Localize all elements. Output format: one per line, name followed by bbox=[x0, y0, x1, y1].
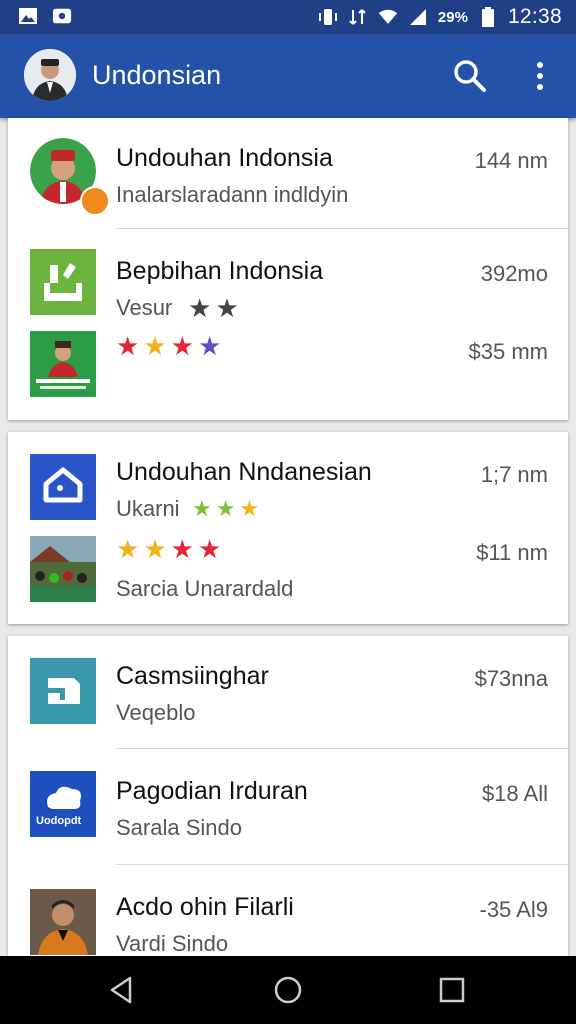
app-title: Undonsian bbox=[92, 60, 222, 90]
star-icon: ★ bbox=[116, 331, 140, 361]
green-app-icon bbox=[30, 249, 96, 315]
navigation-bar bbox=[0, 956, 576, 1024]
item-title: Bepbihan Indonsia bbox=[116, 257, 324, 285]
star-icon: ★ bbox=[188, 293, 212, 323]
item-subtitle: Inalarslaradann indldyin bbox=[116, 182, 349, 207]
card-1: Undouhan Indonsia Inalarslaradann indldy… bbox=[8, 118, 568, 420]
portrait-photo-thumbnail bbox=[30, 889, 96, 955]
avatar[interactable] bbox=[24, 49, 76, 101]
home-icon[interactable] bbox=[272, 974, 304, 1006]
item-subtitle-secondary: Sarcia Unarardald bbox=[116, 576, 294, 601]
blue-cloud-app-icon: Uodopdt bbox=[30, 771, 96, 837]
item-meta-secondary: $35 mm bbox=[468, 339, 548, 364]
item-meta: 144 nm bbox=[474, 148, 548, 173]
item-subtitle: Sarala Sindo bbox=[116, 815, 242, 840]
star-icon: ★ bbox=[116, 534, 140, 564]
item-meta: -35 Al9 bbox=[479, 897, 549, 922]
card-2: Undouhan Nndanesian Ukarni ★ ★ ★ 1;7 nm … bbox=[8, 432, 568, 624]
star-icon: ★ bbox=[143, 534, 167, 564]
item-title: Pagodian Irduran bbox=[116, 777, 308, 805]
item-meta: $18 All bbox=[481, 781, 548, 806]
item-title: Undouhan Nndanesian bbox=[116, 458, 372, 486]
item-meta: $73nna bbox=[474, 666, 548, 691]
card-3: Casmsiinghar Veqeblo $73nna Uodopdt Pago… bbox=[8, 636, 568, 966]
status-badge bbox=[80, 186, 110, 216]
poster-thumbnail bbox=[30, 331, 96, 397]
status-bar: 29% 12:38 bbox=[0, 0, 576, 34]
star-icon: ★ bbox=[197, 331, 222, 361]
recents-icon[interactable] bbox=[436, 974, 468, 1006]
item-subtitle: Ukarni bbox=[116, 496, 180, 521]
rating-stars: ★ ★ ★ ★ bbox=[116, 536, 221, 562]
item-title: Casmsiinghar bbox=[116, 662, 269, 690]
battery-icon bbox=[478, 7, 498, 27]
item-title: Acdo ohin Filarli bbox=[116, 893, 294, 921]
list-item[interactable]: Bepbihan Indonsia Vesur ★ ★ 392mo ★ ★ ★ … bbox=[8, 229, 568, 419]
image-icon bbox=[18, 6, 38, 26]
rating-stars: ★ ★ bbox=[188, 295, 239, 321]
star-icon: ★ bbox=[143, 331, 167, 361]
wifi-icon bbox=[378, 7, 398, 27]
item-meta: 392mo bbox=[480, 261, 548, 286]
star-icon: ★ bbox=[215, 496, 236, 521]
search-icon[interactable] bbox=[452, 58, 488, 94]
app-bar: Undonsian bbox=[0, 34, 576, 118]
item-title: Undouhan Indonsia bbox=[116, 144, 333, 172]
star-icon: ★ bbox=[197, 534, 222, 564]
list-item[interactable]: Uodopdt Pagodian Irduran Sarala Sindo $1… bbox=[8, 749, 568, 864]
item-subtitle: Vesur bbox=[116, 295, 173, 320]
signal-icon bbox=[408, 7, 428, 27]
star-icon: ★ bbox=[170, 534, 194, 564]
clock: 12:38 bbox=[507, 5, 562, 28]
star-icon: ★ bbox=[215, 293, 239, 323]
vibrate-icon bbox=[318, 7, 338, 27]
data-icon bbox=[348, 7, 368, 27]
battery-percent: 29% bbox=[437, 8, 468, 26]
star-icon: ★ bbox=[192, 496, 212, 521]
item-meta-secondary: $11 nm bbox=[476, 540, 548, 565]
list-item[interactable]: Undouhan Nndanesian Ukarni ★ ★ ★ 1;7 nm … bbox=[8, 432, 568, 624]
item-subtitle: Vardi Sindo bbox=[116, 931, 229, 956]
star-icon: ★ bbox=[170, 331, 194, 361]
teal-card-app-icon bbox=[30, 658, 96, 724]
list-item[interactable]: Acdo ohin Filarli Vardi Sindo -35 Al9 bbox=[8, 865, 568, 965]
crowd-photo-thumbnail bbox=[30, 536, 96, 602]
list-item[interactable]: Casmsiinghar Veqeblo $73nna bbox=[8, 636, 568, 748]
house-app-icon bbox=[30, 454, 96, 520]
rating-stars: ★ ★ ★ ★ bbox=[116, 333, 221, 359]
item-subtitle: Veqeblo bbox=[116, 700, 196, 725]
back-icon[interactable] bbox=[106, 974, 138, 1006]
more-vert-icon[interactable] bbox=[528, 58, 552, 94]
list-item[interactable]: Undouhan Indonsia Inalarslaradann indldy… bbox=[8, 118, 568, 228]
item-meta: 1;7 nm bbox=[480, 462, 548, 487]
notification-icon bbox=[52, 6, 72, 26]
app-icon-label: Uodopdt bbox=[36, 815, 82, 827]
rating-stars: ★ ★ ★ bbox=[192, 496, 259, 522]
star-icon: ★ bbox=[239, 496, 260, 521]
